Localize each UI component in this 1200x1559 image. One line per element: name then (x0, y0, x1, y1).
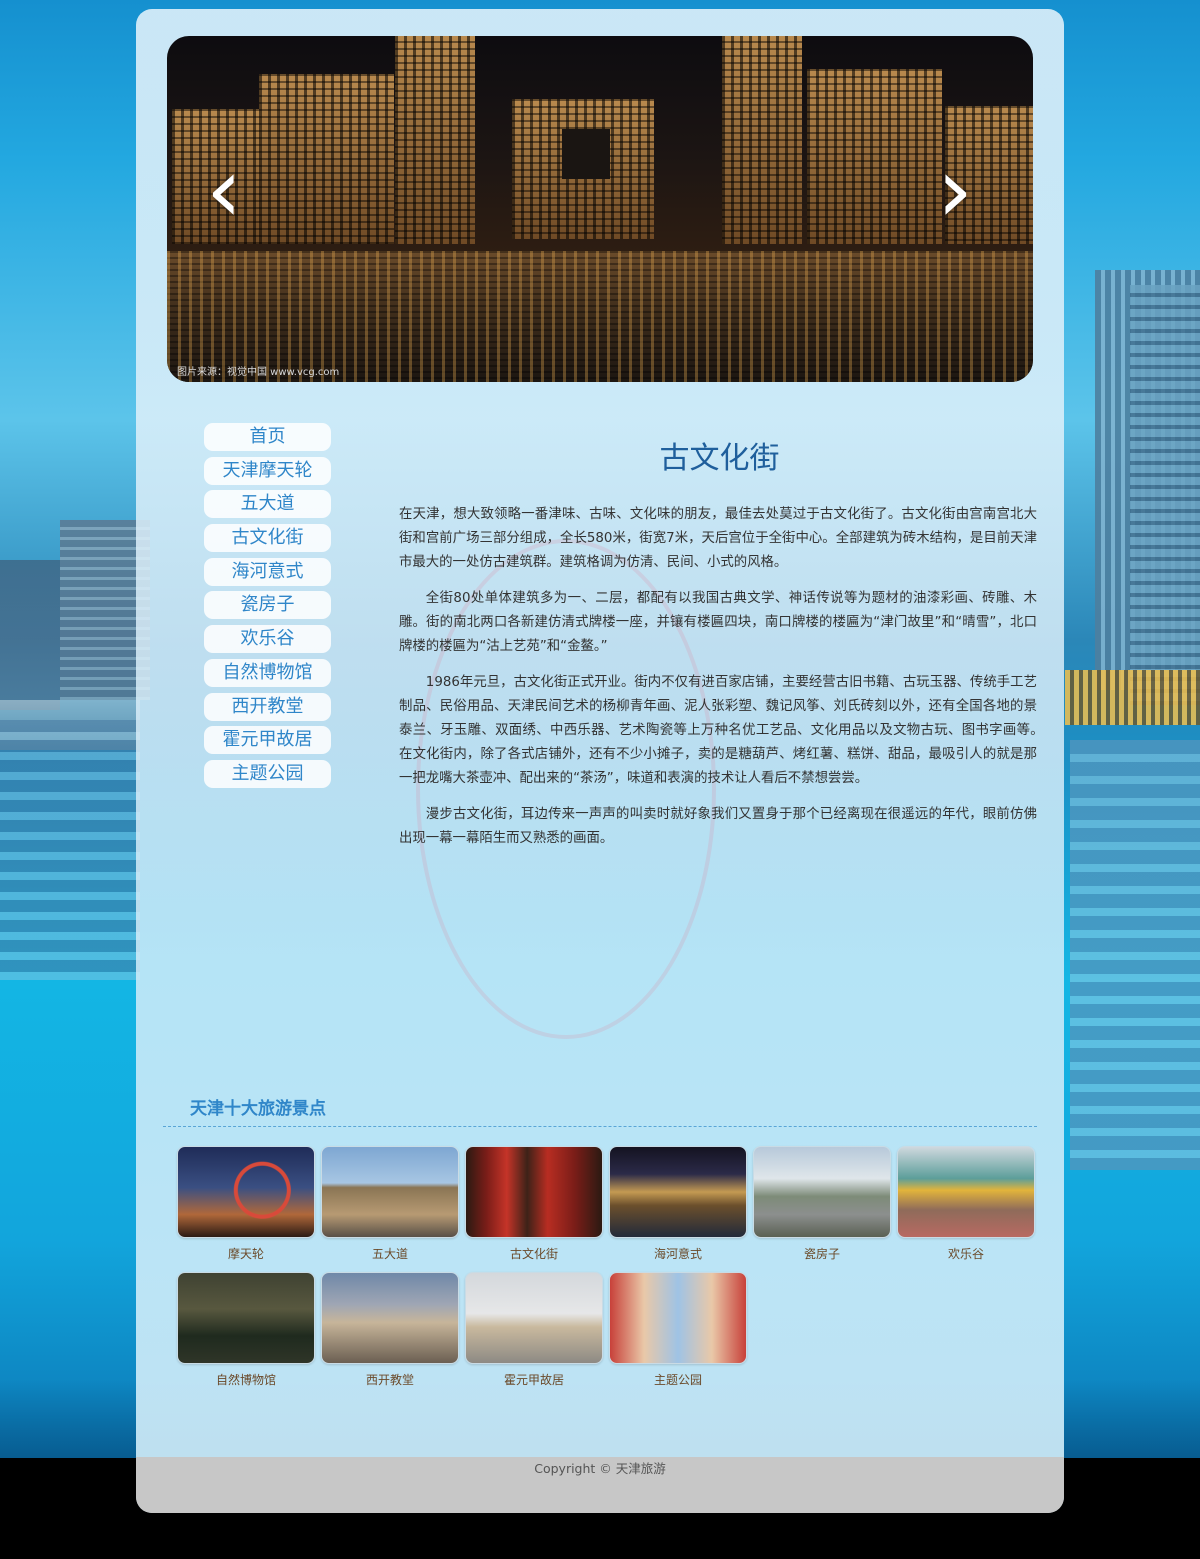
article: 古文化街 在天津，想大致领略一番津味、古味、文化味的朋友，最佳去处莫过于古文化街… (399, 437, 1064, 851)
nav-item-ferris-wheel[interactable]: 天津摩天轮 (204, 456, 331, 485)
nav-item-theme-park[interactable]: 主题公园 (204, 759, 331, 788)
article-paragraph: 1986年元旦，古文化街正式开业。街内不仅有进百家店铺，主要经营古旧书籍、古玩玉… (399, 675, 1064, 786)
nav-item-xikai-church[interactable]: 西开教堂 (204, 692, 331, 721)
bg-city-lights (1065, 670, 1200, 725)
gallery-card-label[interactable]: 瓷房子 (753, 1245, 891, 1262)
nav-item-happy-valley[interactable]: 欢乐谷 (204, 625, 331, 654)
gallery-card: 霍元甲故居 (465, 1272, 603, 1392)
gallery-card-label[interactable]: 五大道 (321, 1245, 459, 1262)
xikai-church-thumbnail[interactable] (321, 1272, 459, 1364)
bg-water-reflection (0, 720, 140, 980)
article-title: 古文化街 (659, 441, 780, 476)
nav-item-porcelain-house[interactable]: 瓷房子 (204, 591, 331, 620)
happy-valley-thumbnail[interactable] (897, 1146, 1035, 1238)
nav-item-italian-style-town[interactable]: 海河意式 (204, 557, 331, 586)
huo-yuanjia-residence-thumbnail[interactable] (465, 1272, 603, 1364)
gallery-card: 瓷房子 (753, 1146, 891, 1266)
gallery-card-label[interactable]: 西开教堂 (321, 1371, 459, 1388)
gallery-title: 天津十大旅游景点 (190, 1099, 326, 1119)
article-paragraph: 全街80处单体建筑多为一、二层，都配有以我国古典文学、神话传说等为题材的油漆彩画… (399, 591, 1037, 654)
article-paragraph: 漫步古文化街，耳边传来一声声的叫卖时就好象我们又置身于那个已经离现在很遥远的年代… (399, 807, 1037, 846)
gallery-card-label[interactable]: 古文化街 (465, 1245, 603, 1262)
porcelain-house-thumbnail[interactable] (753, 1146, 891, 1238)
gallery-card: 古文化街 (465, 1146, 603, 1266)
banner-building (259, 74, 394, 244)
gallery-card-label[interactable]: 主题公园 (609, 1371, 747, 1388)
banner-building (807, 69, 942, 244)
five-avenues-thumbnail[interactable] (321, 1146, 459, 1238)
gallery-card: 主题公园 (609, 1272, 747, 1392)
natural-history-museum-thumbnail[interactable] (177, 1272, 315, 1364)
bg-skyscraper (1130, 285, 1200, 705)
bg-water-reflection (1070, 740, 1200, 1170)
gallery-card: 自然博物馆 (177, 1272, 315, 1392)
gallery-card: 西开教堂 (321, 1272, 459, 1392)
gallery-card: 摩天轮 (177, 1146, 315, 1266)
banner-building (722, 36, 802, 244)
copyright-text: Copyright © 天津旅游 (534, 1461, 666, 1476)
gallery-card: 五大道 (321, 1146, 459, 1266)
gallery-card-label[interactable]: 霍元甲故居 (465, 1371, 603, 1388)
nav-item-ancient-culture-street[interactable]: 古文化街 (204, 524, 331, 553)
italian-style-town-thumbnail[interactable] (609, 1146, 747, 1238)
sidebar-nav: 首页 天津摩天轮 五大道 古文化街 海河意式 瓷房子 欢乐谷 自然博物馆 西开教… (204, 423, 332, 794)
nav-item-five-avenues[interactable]: 五大道 (204, 490, 331, 519)
slider-next-arrow-icon[interactable]: › (924, 146, 986, 238)
banner-building (395, 36, 475, 244)
gallery-divider (163, 1126, 1037, 1127)
gallery-card-label[interactable]: 自然博物馆 (177, 1371, 315, 1388)
nav-item-home[interactable]: 首页 (204, 423, 331, 451)
banner-gate-building (512, 99, 654, 239)
gallery-card-label[interactable]: 欢乐谷 (897, 1245, 1035, 1262)
banner-slider: ‹ › 图片来源：视觉中国 www.vcg.com (167, 36, 1033, 382)
nav-item-huo-yuanjia-residence[interactable]: 霍元甲故居 (204, 726, 331, 755)
theme-park-thumbnail[interactable] (609, 1272, 747, 1364)
slider-prev-arrow-icon[interactable]: ‹ (193, 146, 255, 238)
gallery-card-label[interactable]: 海河意式 (609, 1245, 747, 1262)
main-container: ‹ › 图片来源：视觉中国 www.vcg.com 首页 天津摩天轮 五大道 古… (136, 9, 1064, 1513)
gallery-card: 欢乐谷 (897, 1146, 1035, 1266)
gallery-card-label[interactable]: 摩天轮 (177, 1245, 315, 1262)
ancient-culture-street-thumbnail[interactable] (465, 1146, 603, 1238)
banner-image-credit: 图片来源：视觉中国 www.vcg.com (177, 367, 340, 378)
footer: Copyright © 天津旅游 (136, 1457, 1064, 1513)
article-paragraph: 在天津，想大致领略一番津味、古味、文化味的朋友，最佳去处莫过于古文化街了。古文化… (399, 507, 1037, 570)
gallery-card: 海河意式 (609, 1146, 747, 1266)
bg-building (0, 560, 60, 710)
nav-item-natural-history-museum[interactable]: 自然博物馆 (204, 658, 331, 687)
ferris-wheel-thumbnail[interactable] (177, 1146, 315, 1238)
